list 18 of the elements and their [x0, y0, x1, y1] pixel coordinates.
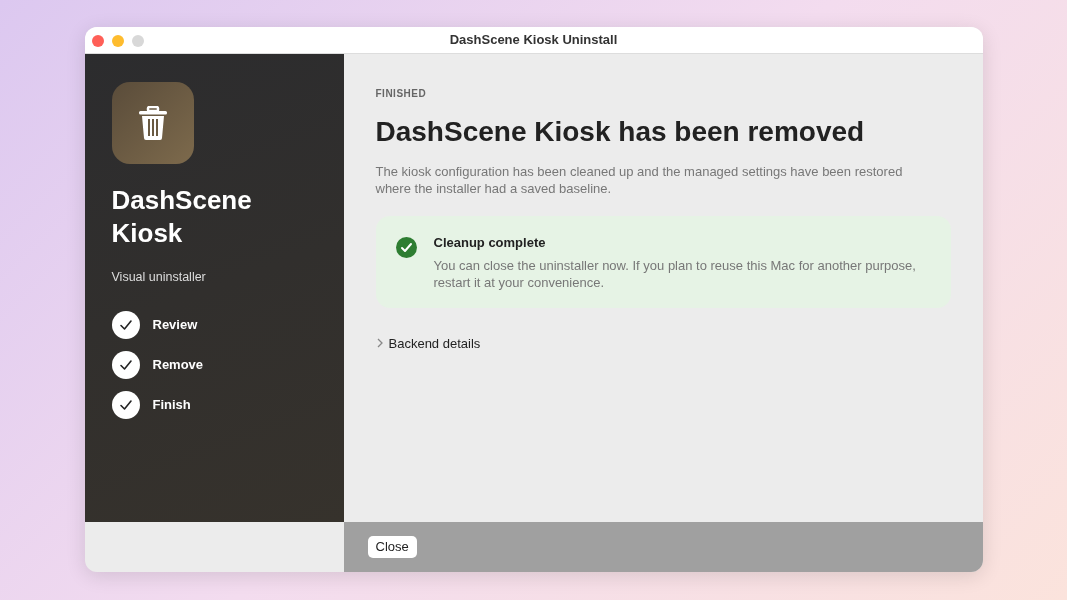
step-label: Finish [152, 396, 191, 414]
page-heading: DashScene Kiosk has been removed [375, 115, 866, 149]
minimize-window-icon[interactable] [111, 35, 124, 47]
close-button[interactable]: Close [367, 536, 417, 558]
zoom-window-icon[interactable] [131, 35, 144, 47]
close-window-icon[interactable] [91, 35, 104, 47]
trash-icon [137, 106, 168, 140]
window-title: DashScene Kiosk Uninstall [449, 31, 618, 50]
app-name: DashScene Kiosk [111, 184, 253, 250]
step-label: Review [152, 316, 198, 334]
check-circle-icon [395, 237, 417, 258]
backend-details-toggle[interactable]: Backend details [375, 333, 481, 353]
step-label: Remove [152, 356, 204, 374]
app-subtitle: Visual uninstaller [111, 269, 207, 286]
notice-title: Cleanup complete [433, 234, 547, 252]
notice-text: You can close the uninstaller now. If you plan to reuse this Mac for another purpose, restart it at your convenience. [433, 256, 917, 291]
step-eyebrow: FINISHED [375, 87, 428, 101]
description-text: The kiosk configuration has been cleaned up and the managed settings have been restored where the installer had a saved baseline. [375, 163, 904, 197]
